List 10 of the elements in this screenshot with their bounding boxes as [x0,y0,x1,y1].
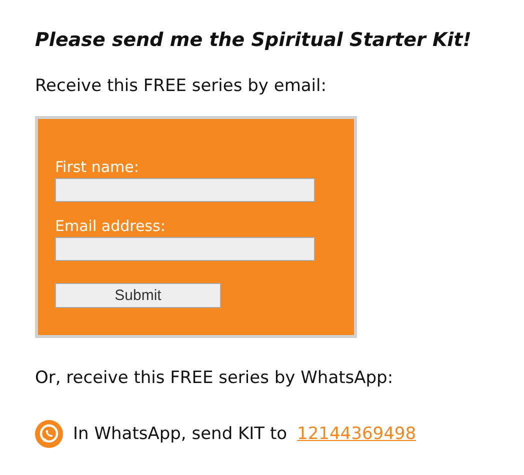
heading: Please send me the Spiritual Starter Kit! [35,28,472,53]
whatsapp-instruction: In WhatsApp, send KIT to [73,424,288,444]
submit-button[interactable]: Submit [55,283,221,308]
field-label: First name: [55,157,140,177]
input-field[interactable] [55,237,315,261]
whatsapp-intro: Or, receive this FREE series by WhatsApp: [35,367,394,390]
input-field[interactable] [55,178,315,202]
chat-bubble-icon [35,420,63,448]
email-intro: Receive this FREE series by email: [35,75,328,98]
field-label: Email address: [55,216,166,236]
